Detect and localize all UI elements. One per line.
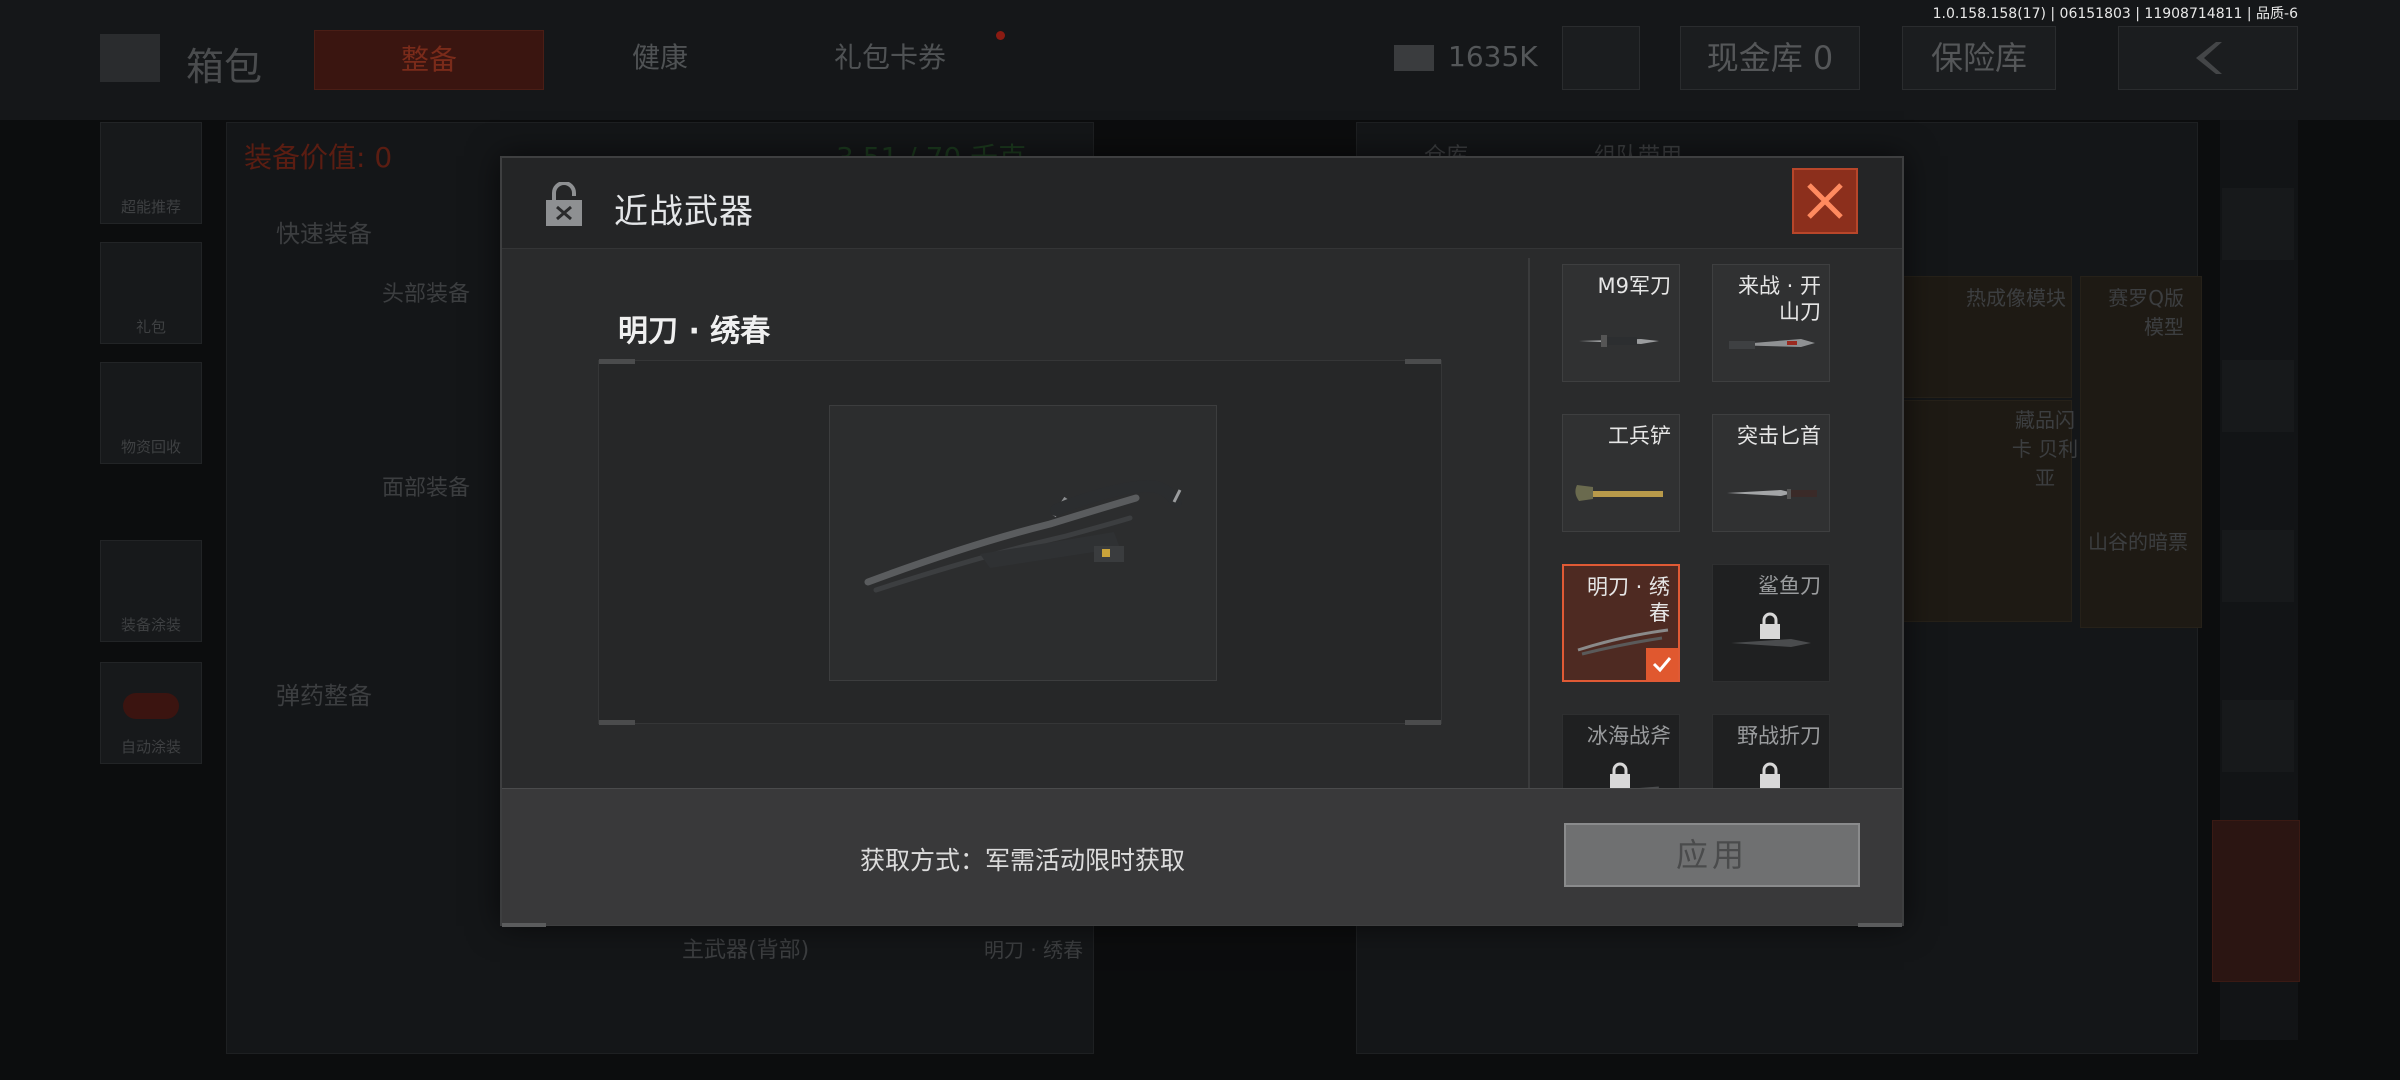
machete-icon [1729,339,1815,349]
weapon-cell-xiuchun[interactable]: 明刀 · 绣春 [1562,564,1680,682]
soldier-avatar-button[interactable] [1562,26,1640,90]
shop-item-label: 山谷的暗票 [2088,530,2188,554]
apply-button[interactable]: 应用 [1564,823,1860,887]
preview-model-box[interactable] [829,405,1217,681]
weapon-label: 突击匕首 [1737,424,1821,448]
weapon-preview [598,359,1442,725]
back-arrow-icon [2196,42,2222,74]
frame-corner [502,923,546,927]
frame-corner [599,359,635,364]
weapon-grid: M9军刀 来战 · 开山刀 工兵铲 突击匕首 明刀 · 绣春 鲨鱼刀 冰海战斧 … [1532,250,1902,790]
weapon-label: 冰海战斧 [1587,724,1671,748]
cube-tab[interactable] [2212,820,2300,982]
main-weapon-slot-label: 主武器(背部) [682,938,810,963]
weapon-label: M9军刀 [1597,274,1671,298]
weapon-label: 鲨鱼刀 [1758,574,1821,598]
tab-health[interactable]: 健康 [632,36,688,76]
weapon-cell-ice-axe[interactable]: 冰海战斧 [1562,714,1680,790]
weapon-label: 工兵铲 [1608,424,1671,448]
cash-icon [1394,45,1434,71]
face-gear-slot[interactable]: 面部装备 [382,470,470,502]
unlock-icon [546,182,582,226]
frame-corner [1405,720,1441,725]
frame-corner [1405,359,1441,364]
dagger-icon [1727,489,1817,499]
lock-icon [1760,612,1780,639]
version-info: 1.0.158.158(17) | 06151803 | 11908714811… [1932,6,2298,22]
close-icon [1807,183,1843,219]
tab-gift-cards[interactable]: 礼包卡券 [834,36,946,76]
shop-item-label: 赛罗Q版模型 [2108,286,2184,339]
safe-box-button[interactable]: 保险库 [1902,26,2056,90]
money-display: 1635K [1394,40,1538,73]
tab-equip[interactable]: 整备 [314,30,544,90]
weapon-label: 野战折刀 [1737,724,1821,748]
sidebar-label: 超能推荐 [120,198,181,216]
dialog-header: 近战武器 [502,158,1902,249]
dialog-footer: 获取方式：军需活动限时获取 应用 [502,788,1902,927]
sidebar-item-auto-paint[interactable]: 自动涂装 [100,662,202,764]
ammo-equip-button[interactable]: 弹药整备 [276,676,372,711]
acquire-method-text: 获取方式：军需活动限时获取 [860,846,1186,875]
equip-value: 装备价值: 0 [244,141,393,174]
melee-weapon-dialog: 近战武器 明刀 · 绣春 M9军刀 来战 · 开山刀 工兵铲 突击匕首 明刀 ·… [500,156,1904,927]
money-value: 1635K [1448,40,1538,73]
main-weapon-item-label: 明刀 · 绣春 [984,938,1084,962]
head-gear-slot[interactable]: 头部装备 [382,276,470,308]
back-button[interactable] [2118,26,2298,90]
selected-check-icon [1646,648,1678,680]
selected-weapon-name: 明刀 · 绣春 [618,314,771,349]
weapon-cell-shovel[interactable]: 工兵铲 [1562,414,1680,532]
frame-corner [599,720,635,725]
lock-icon [1760,762,1780,789]
notification-dot [996,31,1005,40]
bg-page-title: 箱包 [186,45,263,89]
cash-vault-button[interactable]: 现金库 0 [1680,26,1860,90]
frame-corner [1858,923,1902,927]
lock-icon [1610,762,1630,789]
strip-button[interactable] [2222,530,2294,602]
close-button[interactable] [1792,168,1858,234]
sidebar-label: 自动涂装 [120,738,181,756]
sidebar-item-gift[interactable]: 礼包 [100,242,202,344]
auto-paint-toggle[interactable] [123,693,179,719]
weapon-cell-shark[interactable]: 鲨鱼刀 [1712,564,1830,682]
sword-model-icon [864,479,1182,593]
shovel-icon [1575,485,1663,501]
sidebar-item-paint[interactable]: 装备涂装 [100,540,202,642]
rifle-button[interactable] [2222,700,2294,772]
sidebar-label: 装备涂装 [120,616,181,634]
shop-item-label: 热成像模块 [1966,286,2066,310]
sidebar-label: 物资回收 [120,438,181,456]
sidebar-label: 礼包 [135,318,166,336]
backpack-logo-icon [100,34,160,82]
divider [1528,258,1530,798]
strip-button[interactable] [2222,188,2294,260]
weapon-cell-dagger[interactable]: 突击匕首 [1712,414,1830,532]
weapon-cell-machete[interactable]: 来战 · 开山刀 [1712,264,1830,382]
quick-equip-button[interactable]: 快速装备 [276,214,372,249]
knife-icon [1579,335,1659,347]
dialog-title: 近战武器 [614,192,754,232]
tab-equip-label: 整备 [400,43,457,76]
shop-item-label: 藏品闪卡 贝利亚 [2011,408,2079,490]
strip-button[interactable] [2222,360,2294,432]
sidebar-item-recycle[interactable]: 物资回收 [100,362,202,464]
sidebar-item-recommend[interactable]: 超能推荐 [100,122,202,224]
weapon-cell-folding-knife[interactable]: 野战折刀 [1712,714,1830,790]
weapon-cell-m9[interactable]: M9军刀 [1562,264,1680,382]
